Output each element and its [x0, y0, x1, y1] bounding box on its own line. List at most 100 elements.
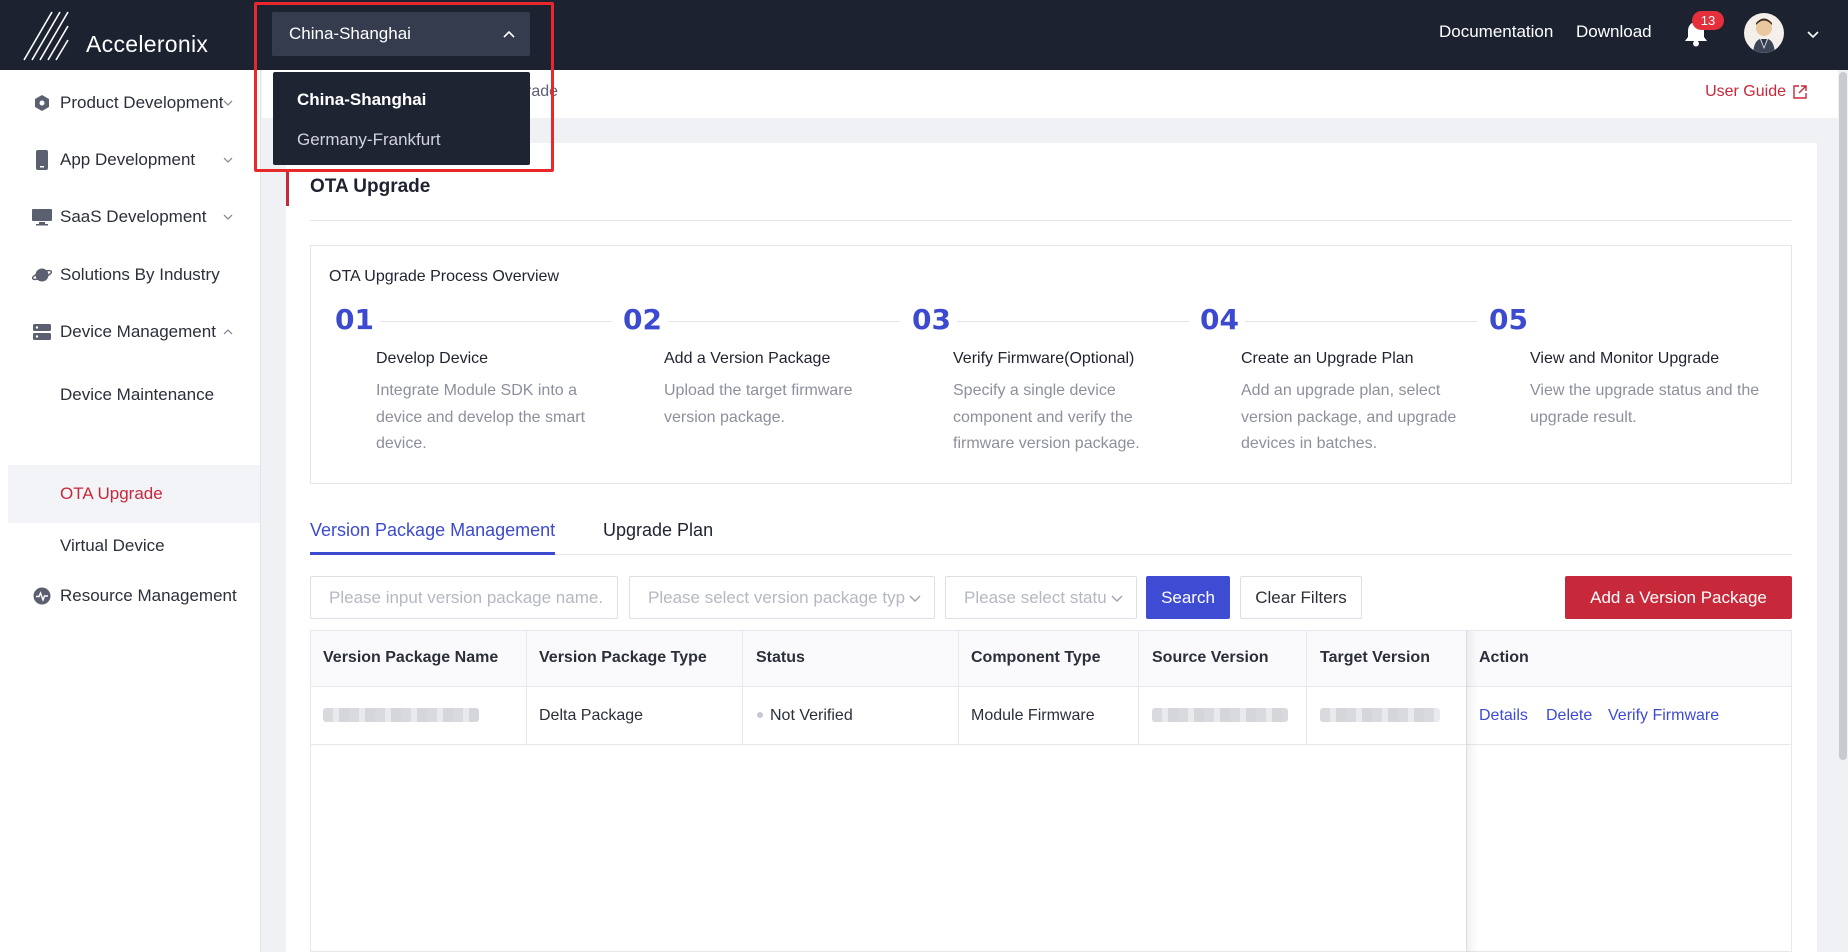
- notification-badge: 13: [1692, 11, 1724, 30]
- process-overview-title: OTA Upgrade Process Overview: [329, 268, 560, 285]
- sidebar: Product Development App Development SaaS…: [0, 70, 261, 952]
- sidebar-item-device-management[interactable]: Device Management: [0, 307, 260, 357]
- step-number: 03: [912, 303, 951, 336]
- redacted-package-name: [323, 708, 479, 722]
- step-number: 05: [1489, 303, 1528, 336]
- search-button[interactable]: Search: [1146, 576, 1230, 619]
- chevron-down-icon[interactable]: [1806, 28, 1820, 42]
- tab-upgrade-plan[interactable]: Upgrade Plan: [603, 520, 713, 541]
- column-divider: [1138, 631, 1139, 745]
- user-guide-link[interactable]: User Guide: [1705, 83, 1808, 101]
- step-title: Verify Firmware(Optional): [953, 350, 1135, 367]
- step-number: 02: [623, 303, 662, 336]
- sidebar-item-solutions-by-industry[interactable]: Solutions By Industry: [0, 250, 260, 300]
- sidebar-subitem-label: Device Maintenance: [60, 385, 215, 404]
- user-guide-label: User Guide: [1705, 83, 1786, 100]
- select-placeholder: Please select statu: [964, 587, 1107, 607]
- logo-icon: [23, 11, 69, 61]
- sidebar-item-label: App Development: [60, 150, 196, 169]
- step-description: Add an upgrade plan, select version pack…: [1241, 382, 1457, 452]
- status-dot-icon: [757, 712, 763, 718]
- sidebar-item-label: Solutions By Industry: [60, 265, 220, 284]
- chevron-down-icon: [909, 595, 921, 602]
- download-link[interactable]: Download: [1576, 22, 1652, 42]
- breadcrumb: rade: [526, 83, 559, 100]
- step-title: View and Monitor Upgrade: [1530, 350, 1720, 367]
- chevron-up-icon: [503, 30, 515, 38]
- redacted-source-version: [1152, 708, 1288, 722]
- region-option-china-shanghai[interactable]: China-Shanghai: [273, 80, 530, 120]
- column-header: Version Package Name: [323, 649, 499, 666]
- divider: [310, 220, 1792, 221]
- page-title: OTA Upgrade: [310, 176, 431, 197]
- step-title: Create an Upgrade Plan: [1241, 350, 1414, 367]
- chevron-down-icon: [223, 214, 233, 220]
- brand-logo[interactable]: Acceleronix: [22, 8, 208, 62]
- column-header: Target Version: [1320, 649, 1430, 666]
- version-package-type-select[interactable]: Please select version package typ: [629, 576, 935, 619]
- add-version-package-button[interactable]: Add a Version Package: [1565, 576, 1792, 619]
- server-icon: [32, 322, 52, 342]
- step-number: 01: [335, 303, 374, 336]
- sidebar-item-product-development[interactable]: Product Development: [0, 78, 260, 128]
- active-tab-indicator: [310, 552, 555, 555]
- sidebar-subitem-label: Virtual Device: [60, 536, 165, 555]
- planet-icon: [32, 265, 52, 285]
- version-package-name-input[interactable]: Please input version package name.: [310, 576, 618, 619]
- step-connector: [957, 321, 1189, 322]
- column-header: Version Package Type: [539, 649, 707, 666]
- step-description: View the upgrade status and the upgrade …: [1530, 382, 1760, 426]
- phone-icon: [32, 150, 52, 170]
- chevron-down-icon: [223, 100, 233, 106]
- sidebar-item-app-development[interactable]: App Development: [0, 135, 260, 185]
- status-select[interactable]: Please select statu: [945, 576, 1137, 619]
- details-link[interactable]: Details: [1479, 707, 1528, 725]
- chevron-down-icon: [1111, 595, 1123, 602]
- delete-link[interactable]: Delete: [1546, 707, 1592, 725]
- sidebar-subitem-device-maintenance[interactable]: Device Maintenance: [8, 366, 260, 424]
- user-avatar[interactable]: [1744, 13, 1784, 53]
- sidebar-subitem-ota-upgrade[interactable]: OTA Upgrade: [8, 465, 260, 523]
- monitor-icon: [32, 207, 52, 227]
- table-cell-type: Delta Package: [539, 707, 644, 724]
- step-connector: [380, 321, 612, 322]
- title-accent-bar: [286, 170, 289, 206]
- step-description: Specify a single device component and ve…: [953, 382, 1140, 452]
- verify-firmware-link[interactable]: Verify Firmware: [1608, 707, 1719, 725]
- column-header: Action: [1479, 649, 1529, 666]
- top-navigation-bar: Acceleronix China-Shanghai Documentation…: [0, 0, 1848, 70]
- sidebar-subitem-label: OTA Upgrade: [60, 484, 163, 503]
- fixed-column-shadow: [1466, 631, 1478, 952]
- step-description: Upload the target firmware version packa…: [664, 382, 853, 426]
- row-divider: [311, 744, 1791, 745]
- clear-filters-button[interactable]: Clear Filters: [1240, 576, 1362, 619]
- sidebar-item-label: Resource Management: [60, 586, 237, 605]
- scrollbar-thumb[interactable]: [1839, 72, 1847, 760]
- sidebar-item-saas-development[interactable]: SaaS Development: [0, 192, 260, 242]
- sidebar-item-resource-management[interactable]: Resource Management: [0, 571, 260, 621]
- input-placeholder: Please input version package name.: [329, 587, 604, 607]
- sidebar-item-label: Device Management: [60, 322, 216, 341]
- sidebar-subitem-virtual-device[interactable]: Virtual Device: [8, 517, 260, 575]
- step-connector: [668, 321, 900, 322]
- tab-version-package-management[interactable]: Version Package Management: [310, 520, 555, 541]
- step-number: 04: [1200, 303, 1239, 336]
- column-divider: [1306, 631, 1307, 745]
- step-description: Integrate Module SDK into a device and d…: [376, 382, 586, 452]
- brand-name: Acceleronix: [86, 30, 209, 57]
- chevron-up-icon: [223, 329, 233, 335]
- region-select-value: China-Shanghai: [289, 24, 411, 43]
- hexagon-icon: [32, 93, 52, 113]
- documentation-link[interactable]: Documentation: [1439, 22, 1553, 42]
- region-option-germany-frankfurt[interactable]: Germany-Frankfurt: [273, 120, 530, 160]
- region-select[interactable]: China-Shanghai: [272, 12, 530, 56]
- step-title: Develop Device: [376, 350, 489, 367]
- column-divider: [526, 631, 527, 745]
- step-title: Add a Version Package: [664, 350, 831, 367]
- sidebar-item-label: Product Development: [60, 93, 224, 112]
- select-placeholder: Please select version package typ: [648, 587, 906, 607]
- column-divider: [742, 631, 743, 745]
- step-connector: [1245, 321, 1477, 322]
- avatar-icon: [1749, 18, 1779, 53]
- column-header: Status: [756, 649, 805, 666]
